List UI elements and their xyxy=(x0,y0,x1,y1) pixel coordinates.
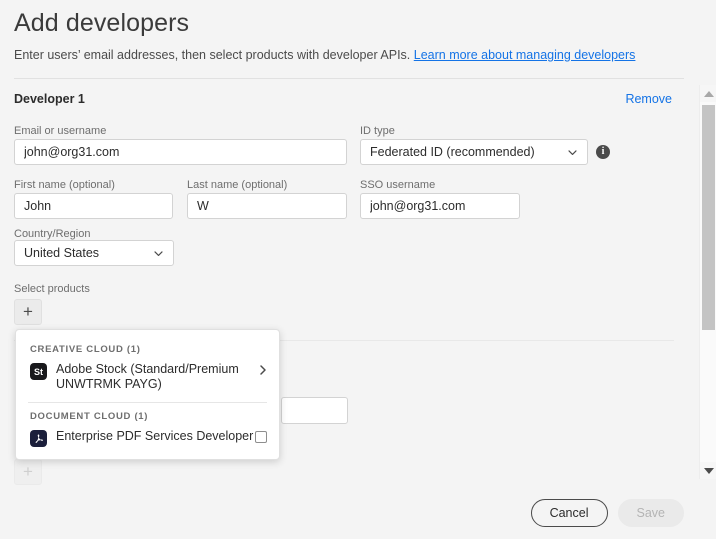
page-subtitle: Enter users’ email addresses, then selec… xyxy=(14,48,635,62)
remove-developer-link[interactable]: Remove xyxy=(625,92,672,106)
product-item-adobe-stock[interactable]: St Adobe Stock (Standard/Premium UNWTRMK… xyxy=(16,360,279,398)
email-input[interactable] xyxy=(14,139,347,165)
sso-username-label: SSO username xyxy=(360,179,436,191)
add-developer-button[interactable]: + xyxy=(14,459,42,485)
product-item-enterprise-pdf-services[interactable]: Enterprise PDF Services Developer xyxy=(16,427,279,453)
adobe-acrobat-icon xyxy=(30,430,47,447)
id-type-value: Federated ID (recommended) xyxy=(370,145,535,159)
last-name-input[interactable] xyxy=(187,193,347,219)
chevron-down-icon xyxy=(154,250,163,256)
id-type-select[interactable]: Federated ID (recommended) xyxy=(360,139,588,165)
dialog-footer: Cancel Save xyxy=(530,499,684,527)
id-type-label: ID type xyxy=(360,125,395,137)
triangle-up-icon xyxy=(703,90,714,97)
last-name-label: Last name (optional) xyxy=(187,179,288,191)
first-name-label: First name (optional) xyxy=(14,179,115,191)
chevron-right-icon[interactable] xyxy=(257,363,269,377)
country-region-label: Country/Region xyxy=(14,228,91,240)
page-title: Add developers xyxy=(14,9,190,37)
save-button: Save xyxy=(617,499,684,527)
scrollbar-thumb[interactable] xyxy=(702,105,715,330)
triangle-down-icon xyxy=(703,467,714,474)
vertical-scrollbar[interactable] xyxy=(699,85,716,479)
country-region-value: United States xyxy=(24,246,100,260)
product-item-label: Enterprise PDF Services Developer xyxy=(56,429,254,443)
product-group-header: CREATIVE CLOUD (1) xyxy=(30,344,141,355)
subtitle-text: Enter users’ email addresses, then selec… xyxy=(14,48,411,62)
product-selection-popup: CREATIVE CLOUD (1) St Adobe Stock (Stand… xyxy=(15,329,280,460)
add-developers-dialog: Add developers Enter users’ email addres… xyxy=(0,0,716,539)
scroll-down-button[interactable] xyxy=(700,462,716,479)
scroll-up-button[interactable] xyxy=(700,85,716,102)
product-checkbox[interactable] xyxy=(255,431,267,443)
email-field-label: Email or username xyxy=(14,125,107,137)
chevron-down-icon xyxy=(568,149,577,155)
country-region-select[interactable]: United States xyxy=(14,240,174,266)
first-name-input[interactable] xyxy=(14,193,173,219)
occluded-input[interactable] xyxy=(281,397,348,424)
header-divider xyxy=(14,78,684,79)
product-group-header: DOCUMENT CLOUD (1) xyxy=(30,411,149,422)
add-product-button[interactable]: + xyxy=(14,299,42,325)
select-products-label: Select products xyxy=(14,283,90,295)
developer-section-label: Developer 1 xyxy=(14,92,85,106)
sso-username-input[interactable] xyxy=(360,193,520,219)
cancel-button[interactable]: Cancel xyxy=(530,499,608,527)
adobe-stock-icon: St xyxy=(30,363,47,380)
info-icon[interactable]: i xyxy=(596,145,610,159)
product-item-label: Adobe Stock (Standard/Premium UNWTRMK PA… xyxy=(56,362,239,391)
learn-more-link[interactable]: Learn more about managing developers xyxy=(414,48,636,62)
